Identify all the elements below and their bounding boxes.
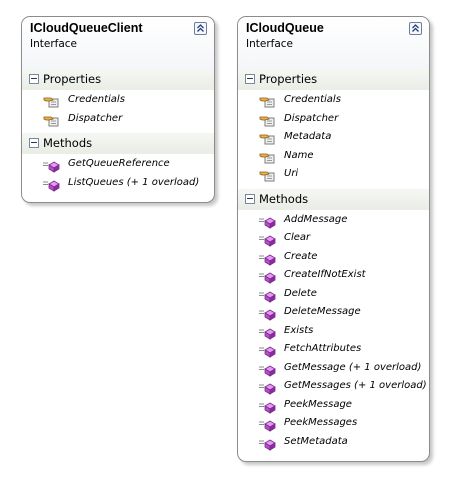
method-cube-icon	[259, 325, 277, 340]
minus-square-icon[interactable]	[29, 138, 39, 148]
double-chevron-up-icon[interactable]	[409, 22, 422, 35]
property-label: Name	[284, 149, 314, 161]
list-item-property[interactable]: Name	[238, 148, 429, 167]
list-item-method[interactable]: Clear	[238, 230, 429, 249]
method-cube-icon	[259, 214, 277, 229]
method-cube-icon	[259, 399, 277, 414]
method-cube-icon	[259, 343, 277, 358]
method-label: PeekMessages	[284, 417, 358, 428]
property-label: Metadata	[284, 131, 332, 142]
method-cube-icon	[259, 288, 277, 303]
list-item-method[interactable]: GetQueueReference	[22, 156, 214, 175]
method-cube-icon	[43, 158, 61, 173]
method-label: FetchAttributes	[284, 343, 362, 354]
list-item-method[interactable]: Exists	[238, 323, 429, 342]
method-cube-icon	[259, 306, 277, 321]
section-label: Methods	[43, 136, 93, 150]
list-item-property[interactable]: Credentials	[238, 92, 429, 111]
properties-section-header[interactable]: Properties	[22, 69, 214, 90]
list-item-method[interactable]: Create	[238, 249, 429, 268]
list-item-property[interactable]: Metadata	[238, 129, 429, 148]
property-hand-icon	[259, 150, 277, 164]
method-label: Create	[284, 250, 318, 262]
method-cube-icon	[259, 436, 277, 451]
method-label: AddMessage	[284, 213, 348, 225]
method-cube-icon	[259, 380, 277, 395]
class-stereotype: Interface	[246, 38, 294, 50]
list-item-property[interactable]: Dispatcher	[22, 111, 214, 130]
list-item-method[interactable]: PeekMessages	[238, 415, 429, 434]
class-box-icloudqueueclient[interactable]: ICloudQueueClient Interface Properties C…	[21, 16, 215, 203]
property-label: Uri	[284, 168, 299, 179]
method-label: GetMessages (+ 1 overload)	[284, 380, 427, 391]
method-cube-icon	[259, 251, 277, 266]
list-item-method[interactable]: AddMessage	[238, 212, 429, 231]
section-label: Properties	[259, 72, 318, 86]
list-item-property[interactable]: Dispatcher	[238, 111, 429, 130]
minus-square-icon[interactable]	[245, 193, 255, 204]
method-label: Delete	[284, 287, 317, 299]
property-hand-icon	[259, 131, 277, 145]
class-header: ICloudQueue Interface	[238, 17, 429, 69]
list-item-method[interactable]: GetMessage (+ 1 overload)	[238, 360, 429, 379]
method-label: ListQueues (+ 1 overload)	[68, 176, 200, 188]
list-item-method[interactable]: GetMessages (+ 1 overload)	[238, 378, 429, 397]
property-hand-icon	[259, 113, 277, 127]
list-item-method[interactable]: PeekMessage	[238, 397, 429, 416]
methods-section-header[interactable]: Methods	[22, 133, 214, 154]
method-cube-icon	[259, 362, 277, 377]
method-label: Exists	[284, 324, 314, 336]
class-header: ICloudQueueClient Interface	[22, 17, 214, 69]
method-label: GetQueueReference	[68, 158, 170, 169]
properties-section-header[interactable]: Properties	[238, 69, 429, 90]
method-cube-icon	[259, 269, 277, 284]
list-item-method[interactable]: ListQueues (+ 1 overload)	[22, 175, 214, 194]
property-hand-icon	[259, 94, 277, 108]
methods-list: AddMessage Clear Create CreateIfNotExist…	[238, 210, 429, 455]
property-label: Dispatcher	[284, 112, 339, 124]
property-label: Credentials	[284, 94, 341, 105]
method-label: PeekMessage	[284, 398, 352, 410]
method-label: SetMetadata	[284, 435, 348, 447]
list-item-method[interactable]: FetchAttributes	[238, 341, 429, 360]
minus-square-icon[interactable]	[29, 74, 39, 84]
list-item-property[interactable]: Credentials	[22, 92, 214, 111]
class-stereotype: Interface	[30, 38, 78, 50]
property-label: Credentials	[68, 94, 125, 105]
method-label: CreateIfNotExist	[284, 269, 366, 280]
property-label: Dispatcher	[68, 112, 123, 124]
methods-list: GetQueueReference ListQueues (+ 1 overlo…	[22, 154, 214, 195]
method-cube-icon	[259, 232, 277, 247]
list-item-method[interactable]: SetMetadata	[238, 434, 429, 453]
property-hand-icon	[43, 94, 61, 108]
list-item-method[interactable]: CreateIfNotExist	[238, 267, 429, 286]
property-hand-icon	[259, 168, 277, 182]
property-hand-icon	[43, 113, 61, 127]
list-item-method[interactable]: DeleteMessage	[238, 304, 429, 323]
section-label: Properties	[43, 72, 102, 86]
minus-square-icon[interactable]	[245, 74, 255, 84]
method-cube-icon	[259, 417, 277, 432]
section-label: Methods	[259, 191, 309, 206]
properties-list: Credentials Dispatcher Metadata Name Uri	[238, 90, 429, 187]
method-cube-icon	[43, 177, 61, 192]
method-label: Clear	[284, 232, 311, 243]
class-title: ICloudQueue	[246, 21, 324, 35]
class-box-icloudqueue[interactable]: ICloudQueue Interface Properties Credent…	[237, 16, 430, 462]
double-chevron-up-icon[interactable]	[194, 22, 207, 35]
properties-list: Credentials Dispatcher	[22, 90, 214, 131]
methods-section-header[interactable]: Methods	[238, 188, 429, 210]
method-label: GetMessage (+ 1 overload)	[284, 361, 422, 373]
list-item-method[interactable]: Delete	[238, 286, 429, 305]
list-item-property[interactable]: Uri	[238, 166, 429, 185]
class-title: ICloudQueueClient	[30, 21, 143, 35]
method-label: DeleteMessage	[284, 306, 361, 317]
